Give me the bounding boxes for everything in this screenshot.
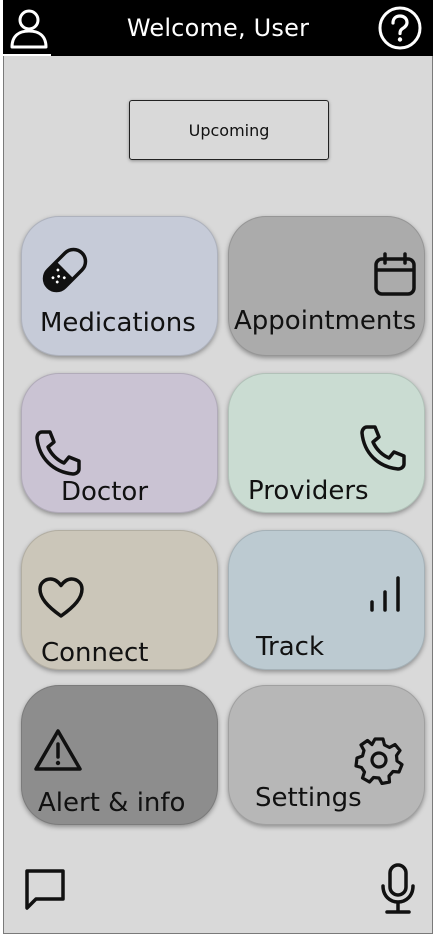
tile-doctor[interactable]: Doctor	[21, 373, 218, 513]
warning-icon	[34, 729, 82, 771]
tile-providers[interactable]: Providers	[228, 373, 425, 513]
tile-track[interactable]: Track	[228, 530, 425, 670]
tile-alert-info[interactable]: Alert & info	[21, 685, 218, 825]
header-divider	[3, 54, 51, 56]
upcoming-button[interactable]: Upcoming	[129, 100, 329, 160]
help-circle-icon[interactable]	[377, 5, 423, 51]
tile-appointments[interactable]: Appointments	[228, 216, 425, 356]
heart-icon	[38, 577, 84, 618]
page-title: Welcome, User	[126, 14, 310, 42]
signal-bars-icon	[370, 576, 400, 612]
tile-label-settings: Settings	[255, 783, 362, 813]
pill-icon	[42, 247, 88, 293]
tile-connect[interactable]: Connect	[21, 530, 218, 670]
upcoming-label: Upcoming	[188, 120, 270, 140]
tile-settings[interactable]: Settings	[228, 685, 425, 825]
tile-label-appointments: Appointments	[234, 306, 417, 336]
header-bar: Welcome, User	[3, 0, 433, 56]
phone-icon	[360, 425, 406, 471]
microphone-icon[interactable]	[378, 862, 418, 916]
tile-medications[interactable]: Medications	[21, 216, 218, 356]
chat-icon[interactable]	[22, 866, 68, 912]
tile-label-doctor: Doctor	[61, 477, 149, 507]
calendar-icon	[374, 252, 416, 296]
tile-label-alert-info: Alert & info	[38, 788, 186, 818]
tile-label-medications: Medications	[40, 308, 196, 338]
tile-label-track: Track	[256, 632, 325, 662]
tile-label-connect: Connect	[41, 638, 149, 668]
phone-icon	[35, 430, 81, 476]
tile-label-providers: Providers	[248, 476, 369, 506]
gear-icon	[354, 737, 404, 785]
